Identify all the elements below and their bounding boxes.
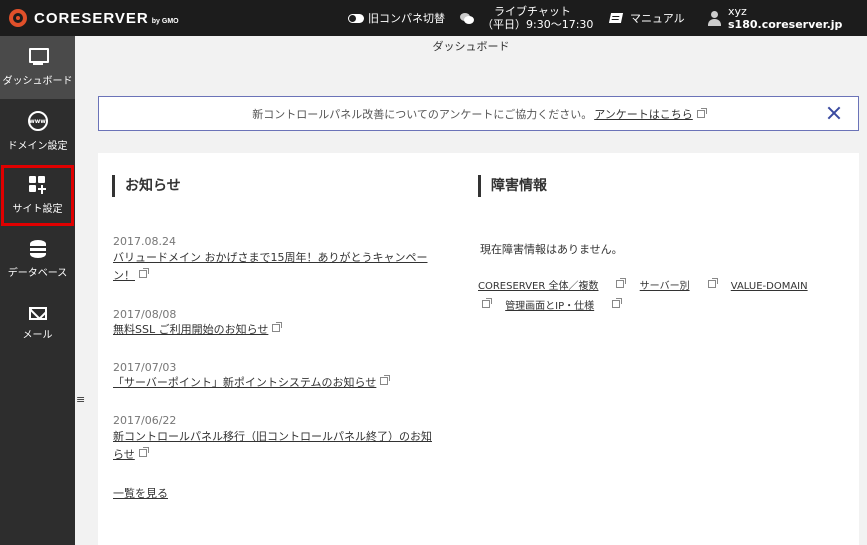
database-icon: [29, 240, 46, 258]
grid-plus-icon: [28, 176, 47, 194]
external-link-icon: [139, 268, 149, 278]
external-link-icon: [482, 298, 492, 308]
survey-notice-text: 新コントロールパネル改善についてのアンケートにご協力ください。: [252, 107, 593, 121]
manual-label: マニュアル: [630, 12, 685, 25]
monitor-icon: [28, 48, 49, 66]
manual-link[interactable]: マニュアル: [608, 0, 685, 36]
sidebar: ダッシュボード www ドメイン設定 サイト設定 データベース メール: [0, 36, 75, 545]
user-icon: [707, 10, 721, 26]
old-panel-toggle-label: 旧コンパネ切替: [368, 12, 445, 25]
sidebar-item-mail[interactable]: メール: [0, 292, 75, 355]
fault-link-admin-ip[interactable]: 管理画面とIP・仕様: [505, 301, 594, 312]
sidebar-collapse-icon[interactable]: ≡: [76, 394, 85, 406]
live-chat-title: ライブチャット: [494, 5, 571, 18]
news-date: 2017.08.24: [113, 235, 176, 248]
view-all-link[interactable]: 一覧を見る: [113, 485, 168, 503]
sidebar-item-label: データベース: [7, 268, 68, 279]
sidebar-item-domain[interactable]: www ドメイン設定: [0, 100, 75, 163]
news-link[interactable]: 「サーバーポイント」新ポイントシステムのお知らせ: [113, 374, 391, 392]
news-heading: お知らせ: [112, 175, 181, 197]
toggle-icon: [348, 13, 364, 23]
close-icon[interactable]: [826, 105, 842, 121]
news-link[interactable]: バリュードメイン おかげさまで15周年！ありがとうキャンペー ン！: [113, 249, 443, 285]
news-date: 2017/08/08: [113, 308, 177, 321]
mail-icon: [28, 306, 47, 320]
server-name: s180.coreserver.jp: [728, 18, 843, 31]
user-menu[interactable]: xyz s180.coreserver.jp: [707, 0, 842, 36]
sidebar-item-label: ダッシュボード: [2, 76, 73, 87]
sidebar-item-label: ドメイン設定: [7, 141, 68, 152]
logo-text: CORESERVER: [34, 9, 149, 27]
fault-message: 現在障害情報はありません。: [480, 243, 623, 256]
sidebar-item-label: メール: [22, 329, 53, 341]
news-link[interactable]: 無料SSL ご利用開始のお知らせ: [113, 321, 283, 339]
external-link-icon: [696, 107, 707, 118]
www-icon: www: [27, 111, 48, 131]
coreserver-logo-icon: [9, 9, 27, 27]
news-date: 2017/07/03: [113, 361, 177, 374]
book-icon: [608, 13, 624, 23]
external-link-icon: [612, 298, 623, 308]
sidebar-item-site-settings[interactable]: サイト設定: [0, 164, 75, 227]
user-name: xyz: [728, 5, 747, 18]
news-date: 2017/06/22: [113, 414, 177, 427]
chat-icon: [460, 12, 474, 24]
logo[interactable]: CORESERVER by GMO: [0, 0, 179, 36]
fault-heading: 障害情報: [478, 175, 547, 197]
fault-link-server[interactable]: サーバー別: [640, 281, 690, 292]
external-link-icon: [138, 447, 149, 457]
fault-link-all[interactable]: CORESERVER 全体／複数: [478, 281, 598, 292]
sidebar-item-dashboard[interactable]: ダッシュボード: [0, 36, 75, 99]
top-bar: CORESERVER by GMO 旧コンパネ切替 ライブチャット （平日）9:…: [0, 0, 867, 36]
fault-link-value-domain[interactable]: VALUE-DOMAIN: [731, 281, 808, 292]
sidebar-item-label: サイト設定: [12, 204, 63, 215]
page-title: ダッシュボード: [432, 40, 510, 53]
external-link-icon: [380, 375, 391, 385]
survey-notice: 新コントロールパネル改善についてのアンケートにご協力ください。 アンケートはこち…: [98, 96, 859, 131]
survey-link[interactable]: アンケートはこちら: [594, 106, 693, 122]
live-chat-link[interactable]: ライブチャット （平日）9:30～17:30: [460, 0, 593, 36]
old-panel-toggle[interactable]: 旧コンパネ切替: [348, 0, 445, 36]
sidebar-item-database[interactable]: データベース: [0, 228, 75, 291]
logo-sub: by GMO: [151, 17, 179, 25]
dashboard-panel: お知らせ 2017.08.24 バリュードメイン おかげさまで15周年！ありがと…: [98, 153, 859, 545]
external-link-icon: [707, 278, 718, 288]
fault-links: CORESERVER 全体／複数 サーバー別 VALUE-DOMAIN 管理画面…: [478, 277, 838, 317]
external-link-icon: [616, 278, 627, 288]
live-chat-hours: （平日）9:30～17:30: [482, 18, 594, 31]
news-link[interactable]: 新コントロールパネル移行（旧コントロールパネル終了）のお知 らせ: [113, 428, 443, 464]
external-link-icon: [272, 322, 283, 332]
